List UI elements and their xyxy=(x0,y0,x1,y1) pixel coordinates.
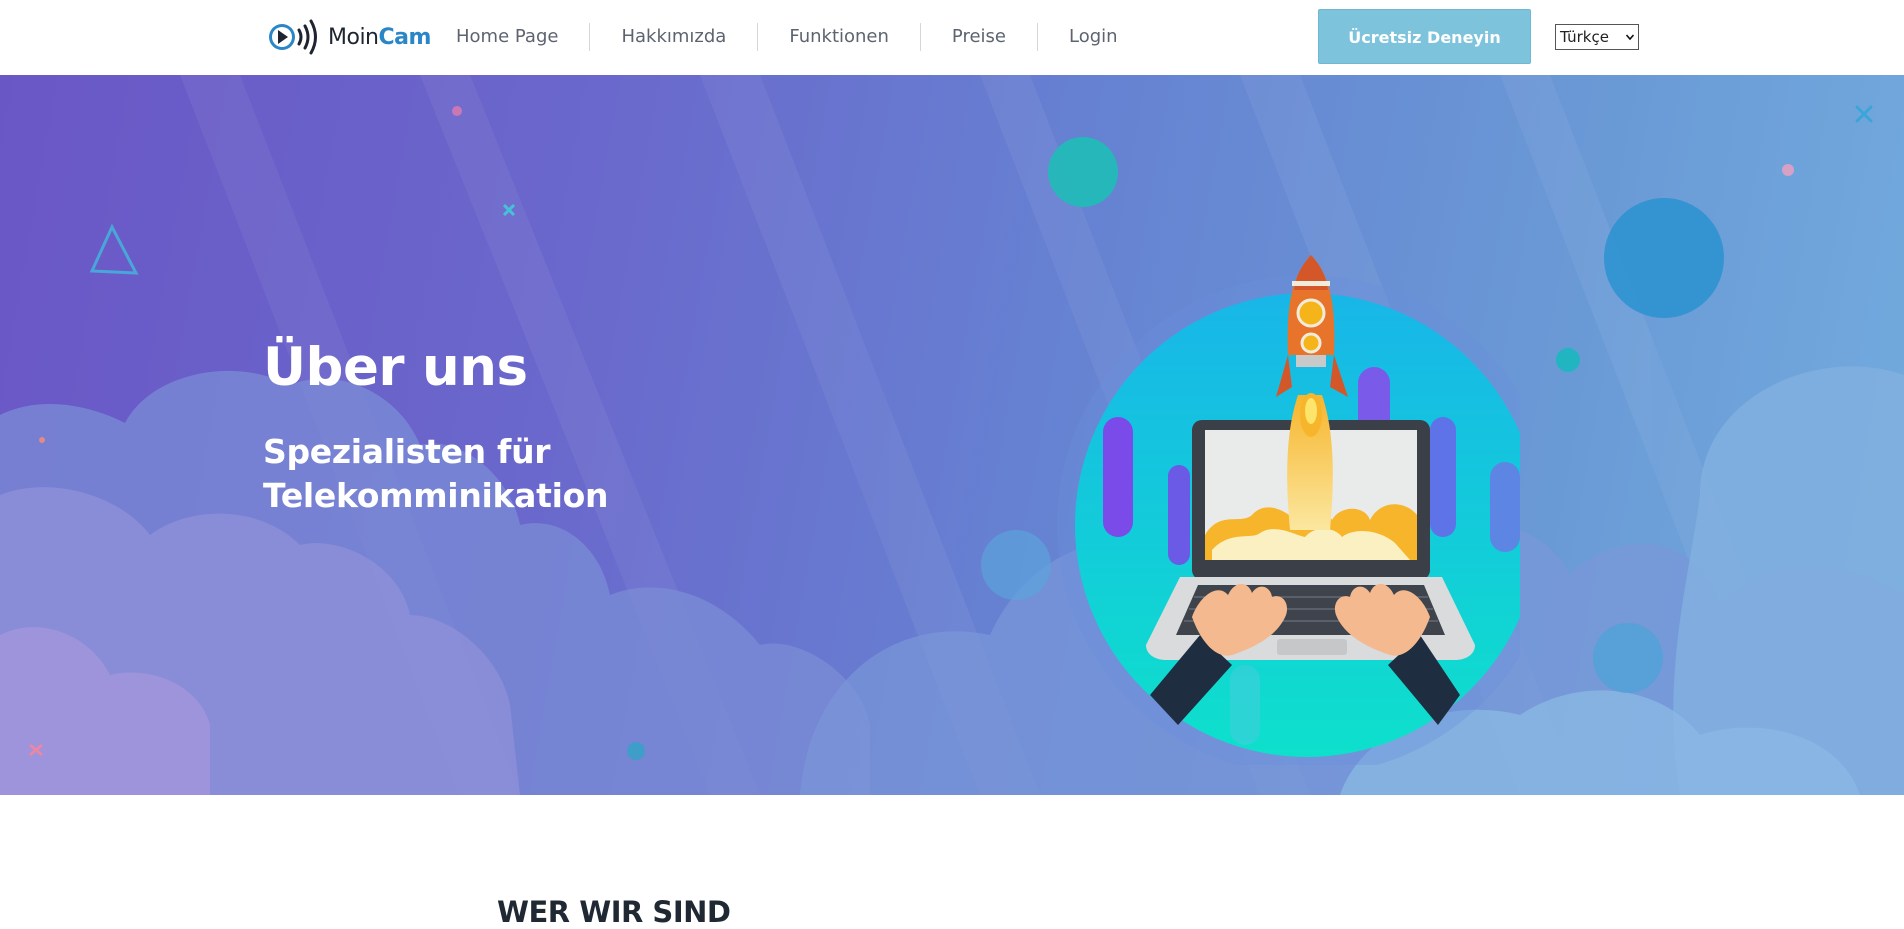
site-header: MoinCam Home Page Hakkımızda Funktionen … xyxy=(0,0,1904,75)
logo-text-part2: Cam xyxy=(378,24,432,50)
hero-subtitle-line1: Spezialisten für xyxy=(263,432,551,471)
main-nav: Home Page Hakkımızda Funktionen Preise L… xyxy=(425,22,1149,52)
hero-subtitle: Spezialisten für Telekomminikation xyxy=(263,430,683,518)
chevron-down-icon xyxy=(1626,34,1634,41)
nav-home[interactable]: Home Page xyxy=(425,22,589,52)
hero-subtitle-line2: Telekomminikation xyxy=(263,476,609,515)
rocket-laptop-illustration xyxy=(1057,255,1520,765)
close-icon[interactable] xyxy=(1852,102,1876,126)
logo-text-part1: Moin xyxy=(328,24,379,50)
logo-text: MoinCam xyxy=(328,25,431,50)
section-title: WER WIR SIND xyxy=(497,895,731,929)
brand-logo[interactable]: MoinCam xyxy=(266,17,431,57)
hero-title: Über uns xyxy=(263,337,528,398)
nav-login[interactable]: Login xyxy=(1038,22,1149,52)
logo-play-icon xyxy=(269,19,317,55)
nav-about[interactable]: Hakkımızda xyxy=(590,22,757,52)
nav-pricing[interactable]: Preise xyxy=(921,22,1037,52)
nav-features[interactable]: Funktionen xyxy=(758,22,920,52)
hero-banner: Über uns Spezialisten für Telekomminikat… xyxy=(0,75,1904,795)
language-select-value: Türkçe xyxy=(1560,28,1609,46)
free-trial-button[interactable]: Ücretsiz Deneyin xyxy=(1318,9,1531,64)
language-select[interactable]: Türkçe xyxy=(1555,24,1639,50)
